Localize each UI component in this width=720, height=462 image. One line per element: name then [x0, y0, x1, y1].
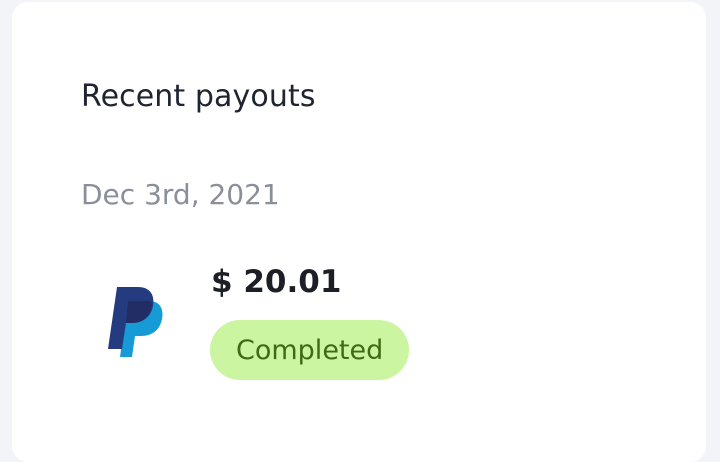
- paypal-logo-icon: [108, 287, 163, 357]
- recent-payouts-card: Recent payouts Dec 3rd, 2021 $ 20.01 Com…: [12, 2, 706, 462]
- card-title: Recent payouts: [81, 79, 316, 114]
- payout-date: Dec 3rd, 2021: [81, 178, 280, 211]
- payout-item[interactable]: $ 20.01 Completed: [81, 260, 521, 390]
- status-badge: Completed: [210, 320, 410, 380]
- payout-amount: $ 20.01: [211, 264, 342, 300]
